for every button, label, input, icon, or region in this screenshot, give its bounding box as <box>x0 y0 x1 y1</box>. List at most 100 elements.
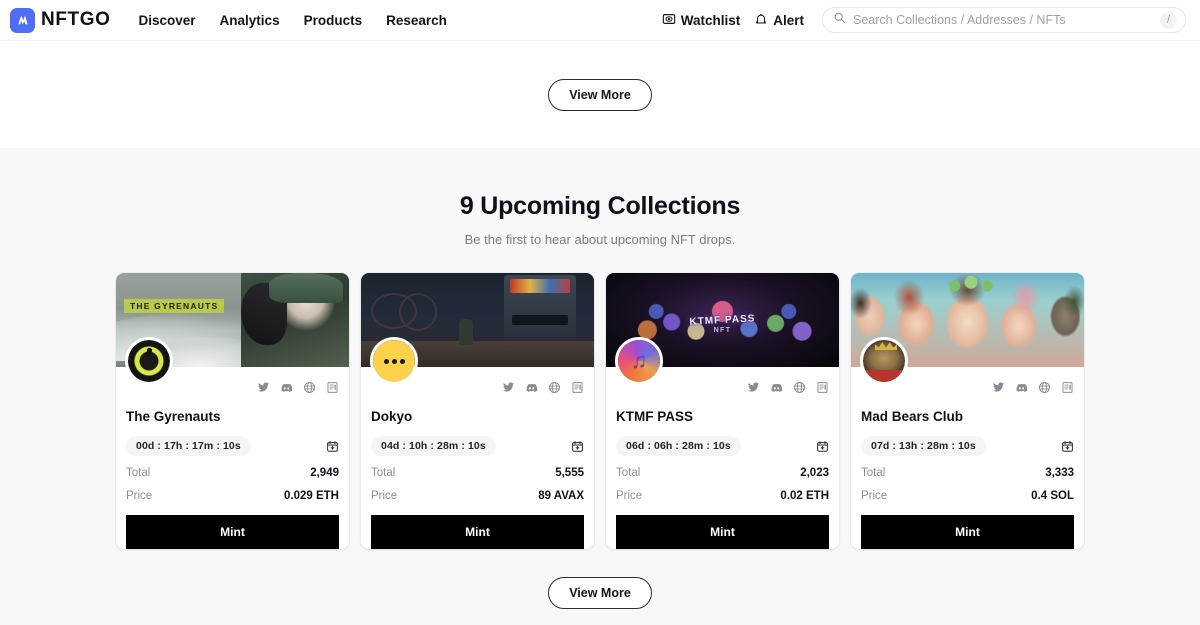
discord-icon[interactable] <box>525 381 538 394</box>
nav-item-discover[interactable]: Discover <box>139 13 196 28</box>
collection-card-grid: THE GYRENAUTS The Gyrenauts 00d: 17h: … <box>0 273 1200 549</box>
collection-card[interactable]: Dokyo 04d : 10h : 28m : 10s Total 5,555 … <box>361 273 594 549</box>
total-row: Total 2,949 <box>126 467 339 479</box>
price-label: Price <box>371 490 398 502</box>
collection-card[interactable]: THE GYRENAUTS The Gyrenauts 00d: 17h: … <box>116 273 349 549</box>
view-more-button-top[interactable]: View More <box>548 78 652 111</box>
price-label: Price <box>126 490 153 502</box>
bell-alert-icon <box>754 12 768 29</box>
banner-title-text: THE GYRENAUTS <box>124 299 225 313</box>
twitter-icon[interactable] <box>502 381 515 394</box>
logo[interactable]: NFTGO <box>10 7 111 33</box>
calendar-add-icon[interactable] <box>816 440 829 453</box>
collection-card[interactable]: KTMF PASS NFT ♫ KTMF PASS 06d: 06h: 28… <box>606 273 839 549</box>
countdown-timer: 04d : 10h : 28m : 10s <box>371 436 496 456</box>
page-subtitle: Be the first to hear about upcoming NFT … <box>464 232 736 247</box>
total-label: Total <box>126 467 151 479</box>
total-value: 5,555 <box>555 467 584 479</box>
total-row: Total 3,333 <box>861 467 1074 479</box>
total-label: Total <box>861 467 886 479</box>
countdown-row: 00d : 17h : 17m : 10s <box>126 436 339 456</box>
twitter-icon[interactable] <box>992 381 1005 394</box>
total-row: Total 2,023 <box>616 467 829 479</box>
bottom-view-more-band: View More <box>0 577 1200 609</box>
card-body: Dokyo 04d : 10h : 28m : 10s Total 5,555 … <box>361 337 594 549</box>
total-value: 2,949 <box>310 467 339 479</box>
main-nav: Discover Analytics Products Research <box>139 13 447 28</box>
website-globe-icon[interactable] <box>548 381 561 394</box>
collection-name: KTMF PASS <box>616 409 693 424</box>
search-bar[interactable]: / <box>822 7 1186 33</box>
collection-name: Mad Bears Club <box>861 409 964 424</box>
countdown-timer: 07d : 13h : 28m : 10s <box>861 436 986 456</box>
etherscan-icon[interactable] <box>326 381 339 394</box>
collection-name: The Gyrenauts <box>126 409 221 424</box>
collection-name: Dokyo <box>371 409 413 424</box>
price-row: Price 0.4 SOL <box>861 490 1074 502</box>
price-value: 0.02 ETH <box>780 490 829 502</box>
countdown-row: 04d : 10h : 28m : 10s <box>371 436 584 456</box>
price-value: 89 AVAX <box>538 490 584 502</box>
total-value: 3,333 <box>1045 467 1074 479</box>
discord-icon[interactable] <box>280 381 293 394</box>
price-row: Price 89 AVAX <box>371 490 584 502</box>
price-label: Price <box>861 490 888 502</box>
avatar: ♫ <box>615 337 663 385</box>
nav-item-analytics[interactable]: Analytics <box>220 13 280 28</box>
nav-item-research[interactable]: Research <box>386 13 447 28</box>
watchlist-button[interactable]: Watchlist <box>662 12 740 29</box>
website-globe-icon[interactable] <box>793 381 806 394</box>
calendar-add-icon[interactable] <box>1061 440 1074 453</box>
nav-item-products[interactable]: Products <box>304 13 363 28</box>
avatar <box>860 337 908 385</box>
total-row: Total 5,555 <box>371 467 584 479</box>
etherscan-icon[interactable] <box>571 381 584 394</box>
logo-text: NFTGO <box>41 9 111 30</box>
avatar <box>125 337 173 385</box>
twitter-icon[interactable] <box>257 381 270 394</box>
collection-card[interactable]: Mad Bears Club 07d : 13h : 28m : 10s Tot… <box>851 273 1084 549</box>
total-value: 2,023 <box>800 467 829 479</box>
banner-subtitle-text: NFT <box>713 327 732 334</box>
website-globe-icon[interactable] <box>303 381 316 394</box>
etherscan-icon[interactable] <box>816 381 829 394</box>
calendar-add-icon[interactable] <box>326 440 339 453</box>
price-label: Price <box>616 490 643 502</box>
countdown-timer: 00d : 17h : 17m : 10s <box>126 436 251 456</box>
search-input[interactable] <box>853 13 1160 27</box>
header-actions: Watchlist Alert Search Collections / Add… <box>662 7 1186 33</box>
countdown-timer: 06d : 06h : 28m : 10s <box>616 436 741 456</box>
price-value: 0.4 SOL <box>1031 490 1074 502</box>
card-body: ♫ KTMF PASS 06d: 06h: 28m: 10s Total … <box>606 337 839 549</box>
website-globe-icon[interactable] <box>1038 381 1051 394</box>
mint-button[interactable]: Mint <box>861 515 1074 549</box>
discord-icon[interactable] <box>1015 381 1028 394</box>
search-icon <box>833 11 846 29</box>
page-root: NFTGO Discover Analytics Products Resear… <box>0 0 1200 625</box>
card-body: Mad Bears Club 07d : 13h : 28m : 10s Tot… <box>851 337 1084 549</box>
card-body: The Gyrenauts 00d : 17h : 17m : 10s Tota… <box>116 337 349 549</box>
upcoming-collections-section: 9 Upcoming Collections Be the first to h… <box>0 148 1200 625</box>
site-header: NFTGO Discover Analytics Products Resear… <box>0 0 1200 41</box>
view-more-button-bottom[interactable]: View More <box>548 577 652 609</box>
mint-button[interactable]: Mint <box>616 515 829 549</box>
discord-icon[interactable] <box>770 381 783 394</box>
eye-watchlist-icon <box>662 12 676 29</box>
search-shortcut-key: / <box>1160 11 1177 29</box>
countdown-row: 06d : 06h : 28m : 10s <box>616 436 829 456</box>
twitter-icon[interactable] <box>747 381 760 394</box>
nftgo-logo-icon <box>10 7 35 33</box>
mint-button[interactable]: Mint <box>371 515 584 549</box>
countdown-row: 07d : 13h : 28m : 10s <box>861 436 1074 456</box>
price-row: Price 0.029 ETH <box>126 490 339 502</box>
mint-button[interactable]: Mint <box>126 515 339 549</box>
avatar <box>370 337 418 385</box>
etherscan-icon[interactable] <box>1061 381 1074 394</box>
page-title: 9 Upcoming Collections <box>459 192 741 220</box>
price-value: 0.029 ETH <box>284 490 339 502</box>
alert-label: Alert <box>773 12 804 28</box>
total-label: Total <box>371 467 396 479</box>
alert-button[interactable]: Alert <box>754 12 804 29</box>
total-label: Total <box>616 467 641 479</box>
calendar-add-icon[interactable] <box>571 440 584 453</box>
